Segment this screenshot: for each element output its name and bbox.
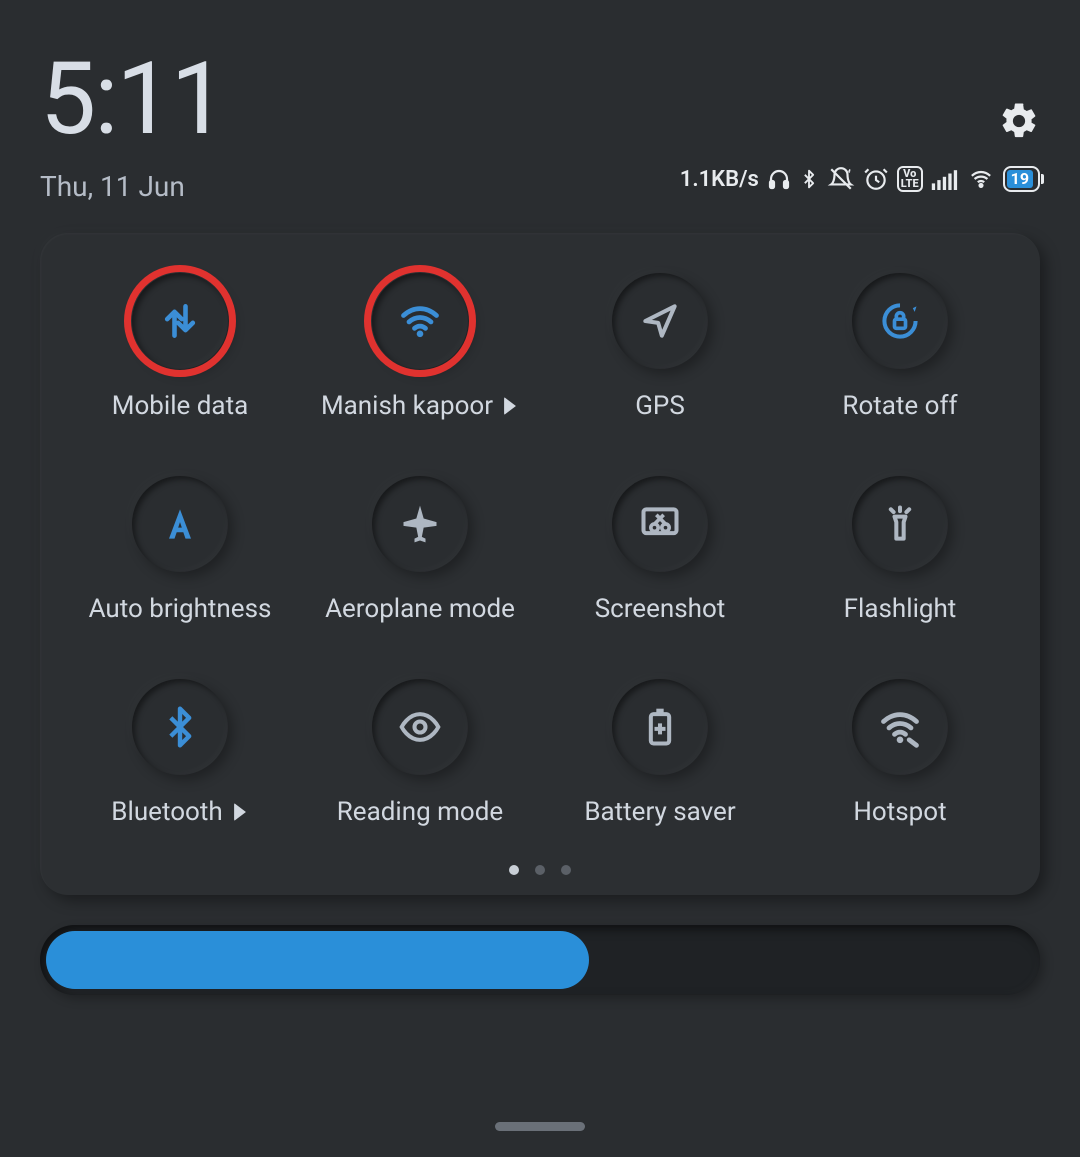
qs-tile-reading-mode[interactable]: Reading mode: [300, 679, 540, 827]
qs-tile-aeroplane[interactable]: Aeroplane mode: [300, 476, 540, 624]
clock-date: Thu, 11 Jun: [40, 170, 225, 203]
bluetooth-icon: [158, 705, 202, 749]
brightness-fill: [46, 931, 589, 989]
qs-tile-label-bluetooth: Bluetooth: [111, 797, 248, 827]
qs-tile-button-gps[interactable]: [612, 273, 708, 369]
battery-indicator: 19: [1003, 166, 1040, 192]
page-indicator[interactable]: [60, 865, 1020, 875]
volte-badge: VoLTE: [897, 166, 923, 192]
dnd-icon: [827, 166, 855, 192]
hotspot-icon: [878, 705, 922, 749]
screenshot-icon: [638, 502, 682, 546]
qs-tile-label-hotspot: Hotspot: [853, 797, 946, 827]
qs-tile-button-aeroplane[interactable]: [372, 476, 468, 572]
qs-tile-button-hotspot[interactable]: [852, 679, 948, 775]
eye-icon: [398, 705, 442, 749]
qs-tile-wifi[interactable]: Manish kapoor: [300, 273, 540, 421]
qs-tile-flashlight[interactable]: Flashlight: [780, 476, 1020, 624]
time-date-block: 5:11 Thu, 11 Jun: [40, 50, 225, 203]
qs-tile-button-bluetooth[interactable]: [132, 679, 228, 775]
status-bar: 1.1KB/s VoLTE 19: [680, 166, 1040, 192]
brightness-slider[interactable]: [40, 925, 1040, 995]
qs-tile-label-flashlight: Flashlight: [844, 594, 957, 624]
gps-icon: [638, 299, 682, 343]
qs-tile-button-rotate-off[interactable]: [852, 273, 948, 369]
qs-tile-label-mobile-data: Mobile data: [112, 391, 248, 421]
qs-tile-label-screenshot: Screenshot: [595, 594, 726, 624]
battery-percent: 19: [1007, 170, 1033, 188]
page-dot[interactable]: [535, 865, 545, 875]
page-dot[interactable]: [509, 865, 519, 875]
qs-tile-label-wifi: Manish kapoor: [321, 391, 519, 421]
wifi-status-icon: [967, 168, 995, 190]
gear-icon: [998, 100, 1040, 142]
auto-brightness-icon: [158, 502, 202, 546]
nav-handle[interactable]: [495, 1122, 585, 1131]
qs-tile-button-reading-mode[interactable]: [372, 679, 468, 775]
alarm-icon: [863, 166, 889, 192]
qs-tile-label-auto-brightness: Auto brightness: [89, 594, 272, 624]
qs-tile-rotate-off[interactable]: Rotate off: [780, 273, 1020, 421]
network-speed: 1.1KB/s: [680, 167, 759, 192]
qs-tile-button-mobile-data[interactable]: [132, 273, 228, 369]
qs-tile-gps[interactable]: GPS: [540, 273, 780, 421]
quick-settings-panel: Mobile data Manish kapoor GPS Rotate off Aut…: [40, 233, 1040, 895]
wifi-icon: [398, 299, 442, 343]
page-dot[interactable]: [561, 865, 571, 875]
qs-tile-button-auto-brightness[interactable]: [132, 476, 228, 572]
mobile-data-icon: [158, 299, 202, 343]
qs-tile-button-flashlight[interactable]: [852, 476, 948, 572]
qs-tile-label-aeroplane: Aeroplane mode: [325, 594, 515, 624]
settings-button[interactable]: [998, 100, 1040, 146]
qs-tile-battery-saver[interactable]: Battery saver: [540, 679, 780, 827]
qs-tile-label-gps: GPS: [635, 391, 685, 421]
airplane-icon: [398, 502, 442, 546]
headphones-icon: [767, 167, 791, 191]
bluetooth-status-icon: [799, 166, 819, 192]
qs-tile-auto-brightness[interactable]: Auto brightness: [60, 476, 300, 624]
qs-tile-label-reading-mode: Reading mode: [337, 797, 503, 827]
clock-time: 5:11: [40, 50, 225, 150]
battery-plus-icon: [638, 705, 682, 749]
qs-tile-button-screenshot[interactable]: [612, 476, 708, 572]
chevron-icon: [234, 803, 246, 821]
flashlight-icon: [878, 502, 922, 546]
qs-tile-button-battery-saver[interactable]: [612, 679, 708, 775]
qs-tile-button-wifi[interactable]: [372, 273, 468, 369]
qs-tile-hotspot[interactable]: Hotspot: [780, 679, 1020, 827]
qs-header: 5:11 Thu, 11 Jun 1.1KB/s VoLTE 19: [0, 0, 1080, 203]
qs-tile-screenshot[interactable]: Screenshot: [540, 476, 780, 624]
qs-tile-bluetooth[interactable]: Bluetooth: [60, 679, 300, 827]
rotate-lock-icon: [878, 299, 922, 343]
qs-tile-label-rotate-off: Rotate off: [842, 391, 957, 421]
signal-icon: [931, 168, 959, 190]
chevron-icon: [504, 397, 516, 415]
qs-tile-mobile-data[interactable]: Mobile data: [60, 273, 300, 421]
qs-tile-label-battery-saver: Battery saver: [584, 797, 735, 827]
